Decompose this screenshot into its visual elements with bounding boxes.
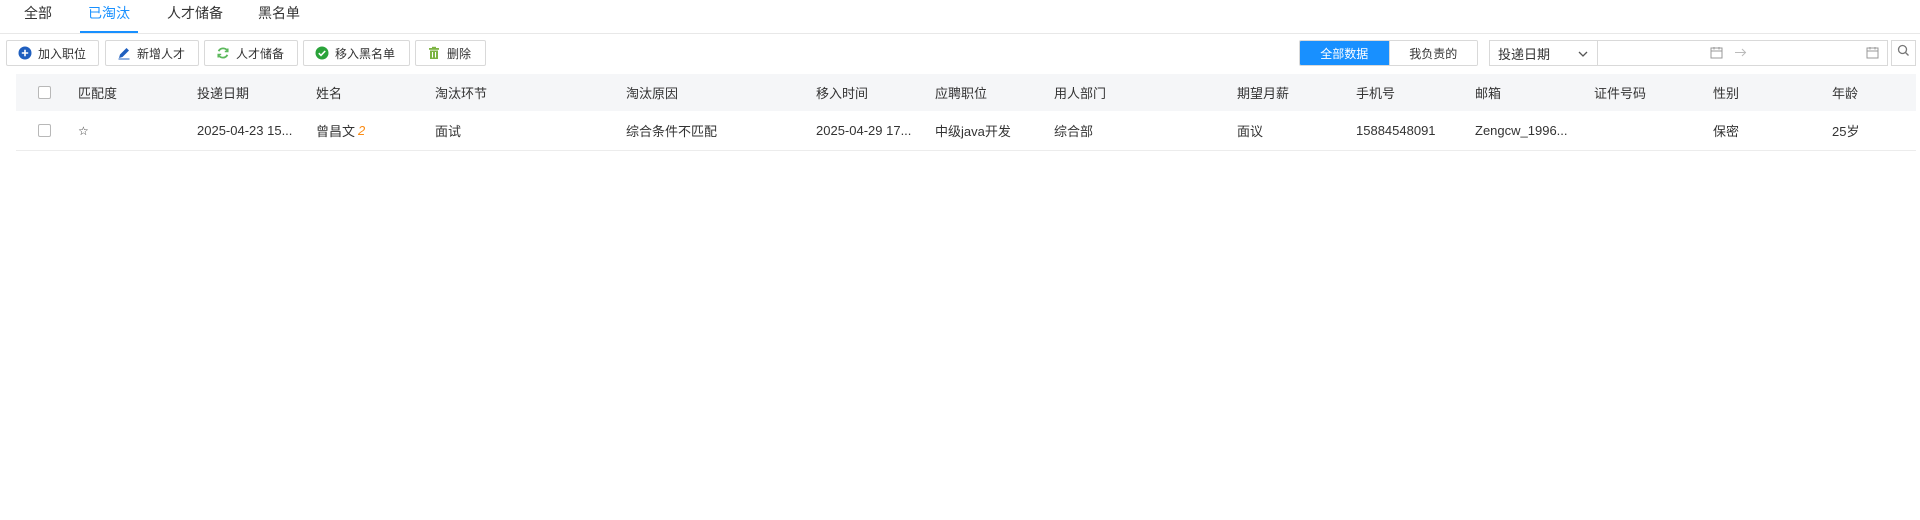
table-header: 匹配度 投递日期 姓名 淘汰环节 淘汰原因 移入时间 应聘职位 用人部门 期望月…	[16, 74, 1916, 111]
col-header-id-number[interactable]: 证件号码	[1594, 74, 1704, 111]
tab-all[interactable]: 全部	[16, 0, 60, 33]
star-rating-icon[interactable]: ☆	[78, 111, 118, 150]
calendar-icon	[1866, 46, 1879, 64]
col-header-phone[interactable]: 手机号	[1356, 74, 1466, 111]
arrow-right-icon	[1734, 46, 1748, 64]
col-header-email[interactable]: 邮箱	[1475, 74, 1585, 111]
scope-mine-button[interactable]: 我负责的	[1388, 41, 1477, 65]
candidate-name-link[interactable]: 曾昌文	[316, 121, 355, 140]
tab-talent-pool[interactable]: 人才储备	[159, 0, 231, 33]
chevron-down-icon	[1577, 48, 1589, 63]
col-header-department[interactable]: 用人部门	[1054, 74, 1224, 111]
moved-time-value: 2025-04-29 17...	[816, 123, 912, 138]
scope-toggle: 全部数据 我负责的	[1299, 40, 1478, 66]
apply-date-value: 2025-04-23 15...	[197, 123, 293, 138]
col-header-age[interactable]: 年龄	[1832, 74, 1912, 111]
select-all-checkbox[interactable]	[38, 74, 51, 111]
new-talent-button[interactable]: 新增人才	[105, 40, 199, 66]
tab-blacklist[interactable]: 黑名单	[250, 0, 308, 33]
col-header-reason[interactable]: 淘汰原因	[626, 74, 796, 111]
count-badge: 2	[358, 123, 366, 138]
move-to-blacklist-button[interactable]: 移入黑名单	[303, 40, 410, 66]
plus-circle-icon	[17, 45, 33, 61]
col-header-salary[interactable]: 期望月薪	[1237, 74, 1347, 111]
delete-button[interactable]: 删除	[415, 40, 486, 66]
refresh-icon	[215, 45, 231, 61]
calendar-icon	[1710, 46, 1723, 64]
trash-icon	[426, 45, 442, 61]
row-checkbox[interactable]	[38, 111, 51, 150]
talent-pool-button[interactable]: 人才储备	[204, 40, 298, 66]
add-to-position-label: 加入职位	[38, 46, 87, 61]
search-button[interactable]	[1891, 40, 1916, 66]
tab-eliminated[interactable]: 已淘汰	[80, 0, 138, 33]
cell-salary: 面议	[1237, 124, 1264, 139]
new-talent-label: 新增人才	[137, 46, 186, 61]
scope-all-button[interactable]: 全部数据	[1300, 41, 1389, 65]
cell-gender: 保密	[1713, 124, 1740, 139]
delete-label: 删除	[447, 46, 472, 61]
check-circle-icon	[314, 45, 330, 61]
cell-name: 曾昌文 2	[316, 111, 426, 150]
pencil-icon	[116, 45, 132, 61]
cell-phone: 15884548091	[1356, 123, 1436, 138]
col-header-apply-date[interactable]: 投递日期	[197, 74, 307, 111]
col-header-position[interactable]: 应聘职位	[935, 74, 1045, 111]
cell-moved-time: 2025-04-29 17...	[816, 111, 926, 150]
col-header-match[interactable]: 匹配度	[78, 74, 168, 111]
cell-reason: 综合条件不匹配	[626, 124, 718, 139]
cell-age: 25岁	[1832, 124, 1860, 139]
col-header-name[interactable]: 姓名	[316, 74, 426, 111]
search-icon	[1897, 44, 1910, 62]
email-value: Zengcw_1996...	[1475, 123, 1568, 138]
cell-department: 综合部	[1054, 124, 1094, 139]
col-header-stage[interactable]: 淘汰环节	[435, 74, 605, 111]
add-to-position-button[interactable]: 加入职位	[6, 40, 99, 66]
table-row[interactable]: ☆ 2025-04-23 15... 曾昌文 2 面试 综合条件不匹配 2025…	[16, 111, 1916, 151]
cell-email: Zengcw_1996...	[1475, 111, 1585, 150]
cell-position: 中级java开发	[935, 124, 1011, 139]
date-type-value: 投递日期	[1498, 46, 1551, 62]
tab-bar: 全部 已淘汰 人才储备 黑名单	[0, 0, 1920, 34]
talent-pool-label: 人才储备	[236, 46, 285, 61]
cell-stage: 面试	[435, 124, 462, 139]
date-range-picker[interactable]	[1597, 40, 1888, 66]
cell-apply-date: 2025-04-23 15...	[197, 111, 307, 150]
cell-id-number	[1594, 111, 1704, 150]
col-header-moved-time[interactable]: 移入时间	[816, 74, 926, 111]
move-to-blacklist-label: 移入黑名单	[335, 46, 396, 61]
col-header-gender[interactable]: 性别	[1713, 74, 1823, 111]
date-type-select[interactable]: 投递日期	[1489, 40, 1598, 66]
